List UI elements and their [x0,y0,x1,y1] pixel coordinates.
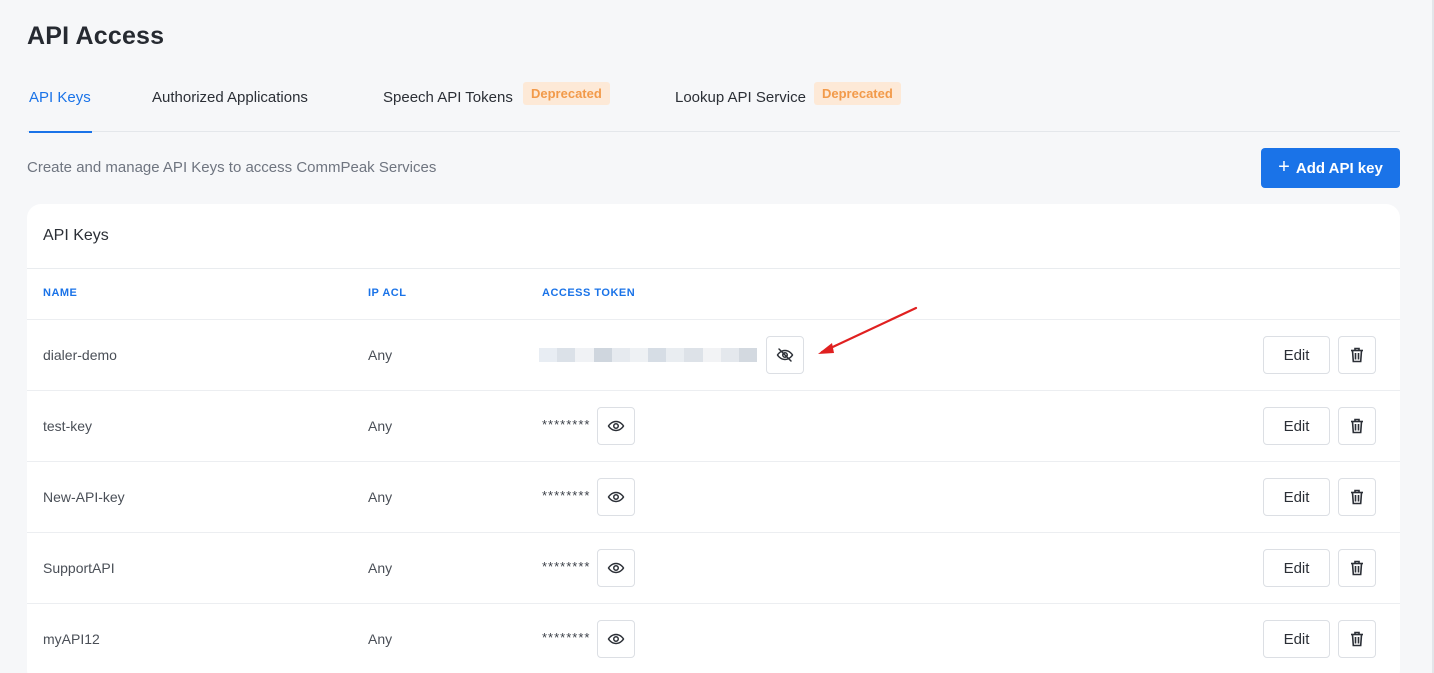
table-row: SupportAPI Any ******** Edit [27,532,1400,603]
page-title: API Access [27,22,165,50]
tab-label: Authorized Applications [152,89,308,106]
column-header-access-token: ACCESS TOKEN [542,287,636,299]
tab-authorized-applications[interactable]: Authorized Applications [152,72,322,132]
trash-icon [1351,560,1363,576]
hide-token-button[interactable] [766,336,804,374]
key-name: test-key [43,418,93,434]
eye-icon [607,633,625,645]
key-name: SupportAPI [43,560,115,576]
edit-button[interactable]: Edit [1263,620,1330,658]
delete-button[interactable] [1338,620,1376,658]
api-access-page: API Access API Keys Authorized Applicati… [0,0,1434,673]
trash-icon [1351,418,1363,434]
add-api-key-button[interactable]: + Add API key [1261,148,1400,188]
delete-button[interactable] [1338,407,1376,445]
edit-button[interactable]: Edit [1263,549,1330,587]
table-row: test-key Any ******** Edit [27,390,1400,461]
access-token-masked: ******** [542,559,591,574]
key-name: myAPI12 [43,631,100,647]
show-token-button[interactable] [597,620,635,658]
tab-api-keys[interactable]: API Keys [29,72,92,133]
plus-icon: + [1278,156,1290,178]
access-token-masked: ******** [542,630,591,645]
access-token-masked: ******** [542,488,591,503]
key-name: New-API-key [43,489,125,505]
tab-lookup-api-service[interactable]: Lookup API Service Deprecated [675,72,905,132]
eye-icon [607,420,625,432]
access-token-blurred [539,348,758,362]
delete-button[interactable] [1338,336,1376,374]
trash-icon [1351,347,1363,363]
table-row: New-API-key Any ******** Edit [27,461,1400,532]
delete-button[interactable] [1338,478,1376,516]
ip-acl: Any [368,418,393,434]
api-keys-card: API Keys NAME IP ACL ACCESS TOKEN dialer… [27,204,1400,673]
trash-icon [1351,489,1363,505]
page-description: Create and manage API Keys to access Com… [27,159,437,176]
annotation-arrow [818,306,918,354]
table-row: myAPI12 Any ******** Edit [27,603,1400,673]
delete-button[interactable] [1338,549,1376,587]
eye-off-icon [776,348,794,362]
tab-label: API Keys [29,89,91,106]
eye-icon [607,491,625,503]
edit-button[interactable]: Edit [1263,407,1330,445]
tab-label: Speech API Tokens [383,89,513,106]
tab-bar: API Keys Authorized Applications Speech … [27,72,1400,133]
ip-acl: Any [368,631,393,647]
ip-acl: Any [368,489,393,505]
show-token-button[interactable] [597,478,635,516]
deprecated-badge: Deprecated [523,82,610,105]
divider [27,268,1400,269]
ip-acl: Any [368,347,393,363]
edit-button[interactable]: Edit [1263,478,1330,516]
edit-button[interactable]: Edit [1263,336,1330,374]
add-api-key-label: Add API key [1295,159,1383,177]
column-header-ip-acl: IP ACL [368,287,407,299]
tab-speech-api-tokens[interactable]: Speech API Tokens Deprecated [383,72,613,132]
ip-acl: Any [368,560,393,576]
column-header-name: NAME [43,287,78,299]
table-row: dialer-demo Any Edit [27,319,1400,390]
show-token-button[interactable] [597,407,635,445]
eye-icon [607,562,625,574]
trash-icon [1351,631,1363,647]
key-name: dialer-demo [43,347,117,363]
card-title: API Keys [43,227,109,244]
show-token-button[interactable] [597,549,635,587]
access-token-masked: ******** [542,417,591,432]
deprecated-badge: Deprecated [814,82,901,105]
tab-label: Lookup API Service [675,89,806,106]
